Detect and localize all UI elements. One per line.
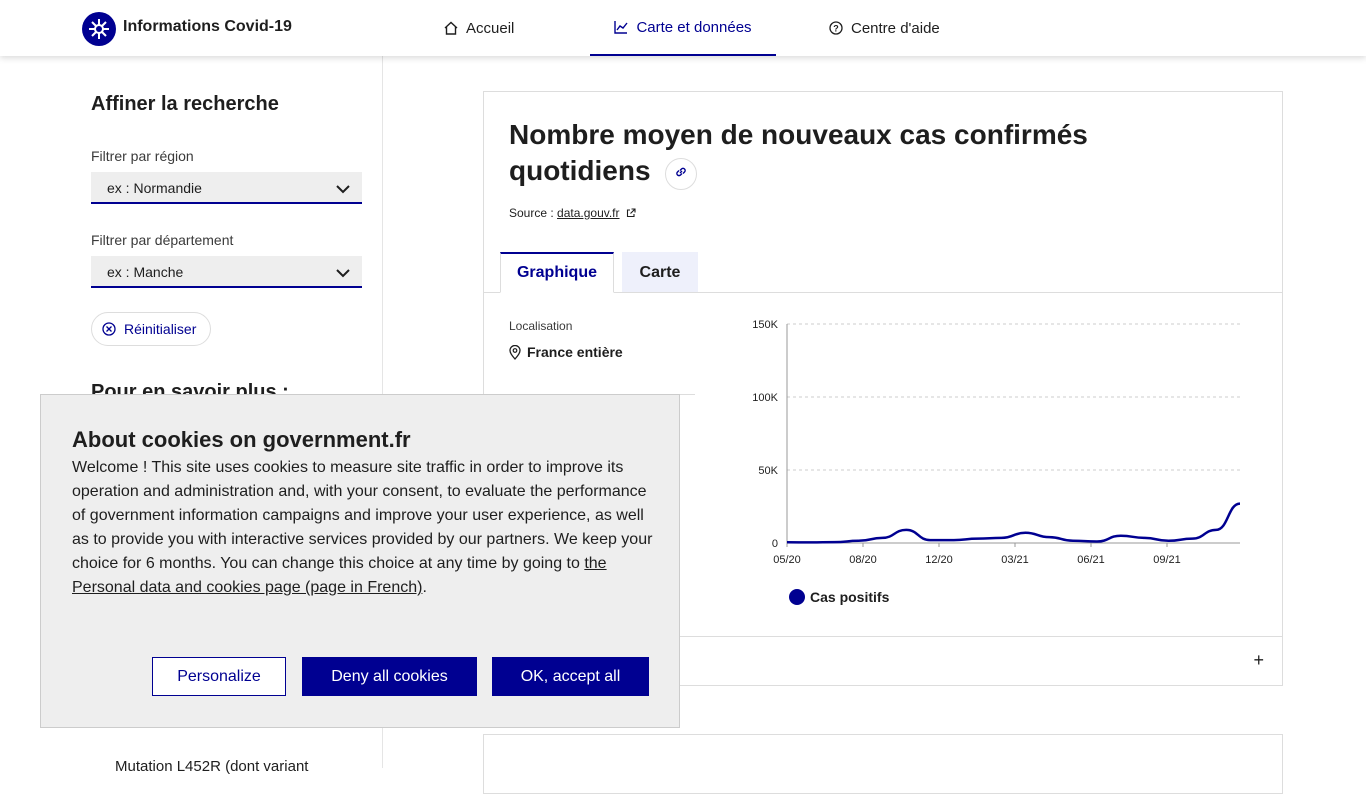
- sidebar-title: Affiner la recherche: [91, 93, 279, 115]
- accept-all-button[interactable]: OK, accept all: [492, 657, 649, 696]
- legend-series-label: Cas positifs: [810, 589, 890, 605]
- cookie-description: Welcome ! This site uses cookies to meas…: [72, 456, 662, 600]
- series-line-cas-positifs: [786, 502, 1241, 544]
- cookie-banner: About cookies on government.fr Welcome !…: [40, 394, 680, 728]
- external-link-icon: [626, 207, 636, 221]
- tab-graphique[interactable]: Graphique: [500, 252, 614, 293]
- x-tick-label: 08/20: [849, 554, 877, 566]
- nav-carte-donnees[interactable]: Carte et données: [590, 0, 776, 56]
- plus-icon: +: [1253, 650, 1264, 670]
- chart-line-icon: [614, 20, 628, 34]
- chart-legend: Cas positifs: [789, 589, 889, 605]
- location-label: Localisation: [509, 319, 573, 333]
- cookie-text-end: .: [422, 579, 427, 596]
- nav-home-label: Accueil: [466, 19, 515, 37]
- reset-button-label: Réinitialiser: [124, 321, 197, 337]
- y-tick-label: 50K: [758, 465, 778, 477]
- cookie-text: Welcome ! This site uses cookies to meas…: [72, 459, 653, 572]
- y-tick-label: 150K: [752, 319, 778, 331]
- source-line: Source : data.gouv.fr: [509, 206, 636, 221]
- y-tick-label: 100K: [752, 392, 778, 404]
- link-icon: [674, 165, 688, 184]
- region-filter-label: Filtrer par région: [91, 148, 194, 164]
- svg-text:?: ?: [833, 24, 839, 34]
- top-header: Informations Covid-19 Accueil Carte et d…: [0, 0, 1366, 56]
- x-tick-label: 05/20: [773, 554, 801, 566]
- chevron-down-icon: [336, 265, 350, 281]
- location-value-text: France entière: [527, 344, 623, 360]
- second-chart-card: [483, 734, 1283, 794]
- location-value: France entière: [509, 344, 623, 360]
- tab-carte[interactable]: Carte: [622, 252, 698, 293]
- home-icon: [444, 21, 458, 35]
- cookie-title: About cookies on government.fr: [72, 427, 411, 452]
- site-brand[interactable]: Informations Covid-19: [123, 18, 292, 36]
- region-select-value: ex : Normandie: [107, 180, 202, 196]
- source-prefix: Source :: [509, 206, 558, 220]
- reset-button[interactable]: Réinitialiser: [91, 312, 212, 346]
- region-select[interactable]: ex : Normandie: [91, 172, 362, 204]
- y-tick-label: 0: [772, 538, 778, 550]
- question-circle-icon: ?: [829, 21, 843, 35]
- personalize-button[interactable]: Personalize: [152, 657, 286, 696]
- x-tick-label: 06/21: [1077, 554, 1105, 566]
- nav-home[interactable]: Accueil: [444, 0, 514, 56]
- departement-filter-label: Filtrer par département: [91, 232, 234, 248]
- x-tick-label: 03/21: [1001, 554, 1029, 566]
- departement-select[interactable]: ex : Manche: [91, 256, 362, 288]
- departement-select-value: ex : Manche: [107, 264, 184, 280]
- nav-help[interactable]: ? Centre d'aide: [829, 0, 940, 56]
- chevron-down-icon: [336, 181, 350, 197]
- nav-carte-label: Carte et données: [636, 18, 752, 36]
- sidebar-link-mutation[interactable]: Mutation L452R (dont variant: [115, 758, 308, 775]
- card-title: Nombre moyen de nouveaux cas confirmés q…: [509, 119, 1088, 186]
- covid-logo-icon[interactable]: [82, 12, 116, 46]
- deny-all-button[interactable]: Deny all cookies: [302, 657, 477, 696]
- copy-link-button[interactable]: [665, 158, 697, 190]
- cases-line-chart: 0 50K 100K 150K 05/20 08/20 12/20 03/21 06/21 09/…: [752, 319, 1241, 566]
- x-tick-label: 12/20: [925, 554, 953, 566]
- x-tick-label: 09/21: [1153, 554, 1181, 566]
- nav-help-label: Centre d'aide: [851, 19, 940, 37]
- legend-dot: [789, 589, 805, 605]
- source-link[interactable]: data.gouv.fr: [557, 206, 619, 220]
- map-pin-icon: [509, 344, 521, 360]
- close-circle-icon: [102, 322, 116, 336]
